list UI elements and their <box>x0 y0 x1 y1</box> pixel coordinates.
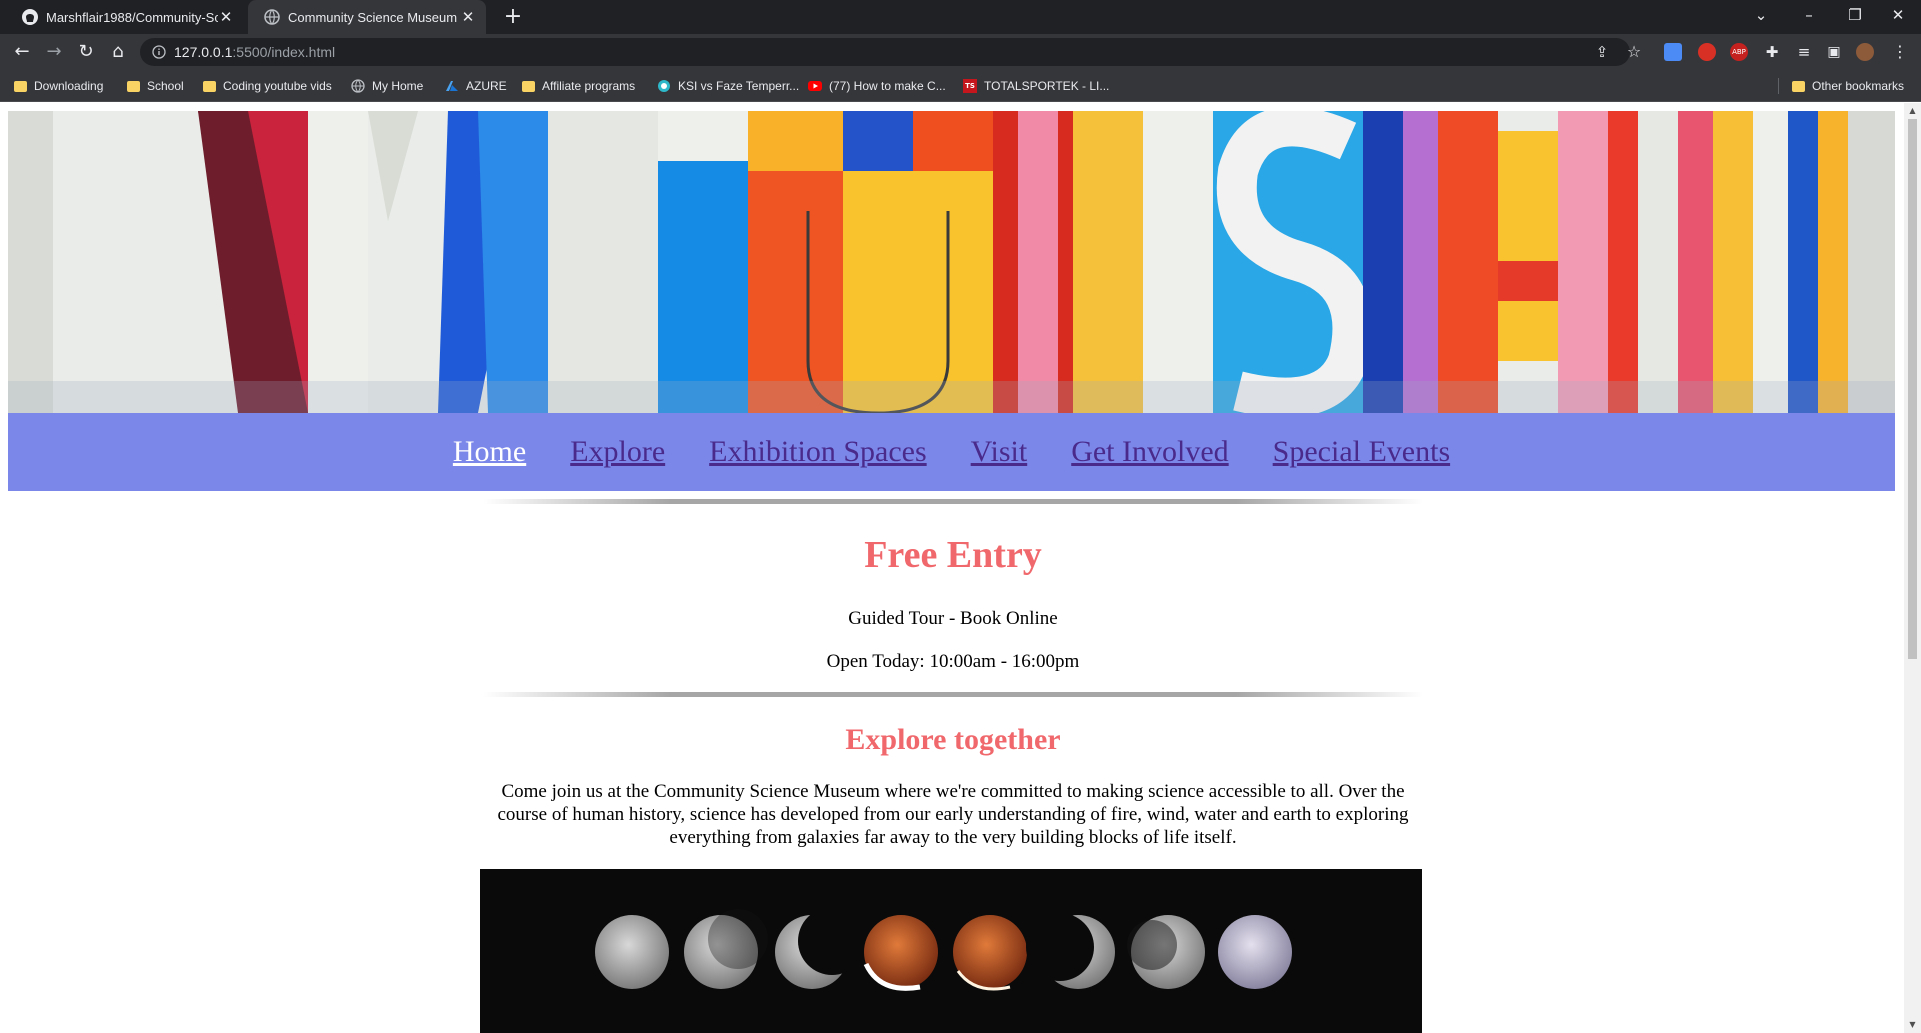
bookmarks-bar: Downloading School Coding youtube vids M… <box>0 70 1921 102</box>
museum-facade-image <box>8 111 1895 413</box>
tab-community-science-museum[interactable]: Community Science Museum ✕ <box>248 0 486 34</box>
minimize-icon[interactable]: – <box>1786 0 1832 30</box>
bookmark-my-home[interactable]: My Home <box>351 77 423 95</box>
close-tab-icon[interactable]: ✕ <box>218 8 234 26</box>
main-navigation: Home Explore Exhibition Spaces Visit Get… <box>8 413 1895 491</box>
folder-icon <box>1792 80 1805 92</box>
close-tab-icon[interactable]: ✕ <box>460 8 476 26</box>
url-text: 127.0.0.1:5500/index.html <box>174 44 336 60</box>
moon-phases-image <box>595 907 1292 991</box>
tab-search-chevron-icon[interactable]: ⌄ <box>1738 0 1784 30</box>
scroll-up-icon[interactable]: ▲ <box>1904 103 1921 119</box>
bookmark-affiliate-programs[interactable]: Affiliate programs <box>522 77 635 95</box>
tab-github[interactable]: Marshflair1988/Community-Scien ✕ <box>6 0 244 34</box>
bookmark-school[interactable]: School <box>127 77 184 95</box>
extension-red-icon[interactable] <box>1698 43 1716 61</box>
tab-title: Community Science Museum <box>288 9 458 25</box>
nav-link-home[interactable]: Home <box>453 435 526 469</box>
opening-hours-text: Open Today: 10:00am - 16:00pm <box>826 651 1080 672</box>
page-viewport: Home Explore Exhibition Spaces Visit Get… <box>0 103 1921 1033</box>
tab-title: Marshflair1988/Community-Scien <box>46 9 218 25</box>
hero-banner-image <box>8 111 1895 413</box>
free-entry-heading: Free Entry <box>864 534 1042 576</box>
bookmark-how-to-make[interactable]: (77) How to make C... <box>808 77 946 95</box>
bookmark-ksi-vs-faze[interactable]: KSI vs Faze Temperr... <box>657 77 799 95</box>
nav-link-special-events[interactable]: Special Events <box>1273 435 1450 469</box>
reload-icon[interactable]: ↻ <box>74 40 98 64</box>
bookmark-coding-youtube-vids[interactable]: Coding youtube vids <box>203 77 332 95</box>
bookmark-downloading[interactable]: Downloading <box>14 77 103 95</box>
explore-together-heading: Explore together <box>845 723 1061 756</box>
divider-rule <box>483 499 1423 504</box>
nav-link-exhibition-spaces[interactable]: Exhibition Spaces <box>709 435 926 469</box>
nav-link-explore[interactable]: Explore <box>570 435 665 469</box>
new-tab-icon[interactable]: + <box>500 4 526 30</box>
other-bookmarks[interactable]: Other bookmarks <box>1792 77 1904 95</box>
github-icon <box>22 9 38 25</box>
menu-kebab-icon[interactable]: ⋮ <box>1888 40 1912 64</box>
translate-extension-icon[interactable] <box>1664 43 1682 61</box>
address-bar[interactable]: 127.0.0.1:5500/index.html <box>140 38 1630 66</box>
folder-icon <box>203 80 216 92</box>
back-icon[interactable]: ← <box>10 40 34 64</box>
guided-tour-text: Guided Tour - Book Online <box>848 608 1058 629</box>
restore-icon[interactable]: ❐ <box>1832 0 1878 30</box>
ts-icon: TS <box>963 79 977 93</box>
info-icon[interactable] <box>152 45 166 59</box>
nav-link-visit[interactable]: Visit <box>971 435 1028 469</box>
scroll-down-icon[interactable]: ▼ <box>1904 1017 1921 1033</box>
forward-icon[interactable]: → <box>42 40 66 64</box>
side-panel-icon[interactable]: ▣ <box>1822 40 1846 64</box>
folder-icon <box>14 80 27 92</box>
site-icon <box>658 80 670 92</box>
bookmark-totalsportek[interactable]: TS TOTALSPORTEK - LI... <box>963 77 1109 95</box>
adblock-icon[interactable]: ABP <box>1730 43 1748 61</box>
browser-toolbar: ← → ↻ ⌂ 127.0.0.1:5500/index.html ⇪ ☆ AB… <box>0 34 1921 70</box>
scrollbar-thumb[interactable] <box>1908 119 1917 659</box>
browser-tab-bar: Marshflair1988/Community-Scien ✕ Communi… <box>0 0 1921 34</box>
reading-list-icon[interactable]: ≡ <box>1792 40 1816 64</box>
bookmark-star-icon[interactable]: ☆ <box>1622 40 1646 64</box>
close-window-icon[interactable]: ✕ <box>1875 0 1921 30</box>
azure-icon <box>446 81 458 91</box>
home-icon[interactable]: ⌂ <box>106 40 130 64</box>
nav-link-get-involved[interactable]: Get Involved <box>1071 435 1228 469</box>
profile-avatar[interactable] <box>1856 43 1874 61</box>
youtube-icon <box>808 81 822 91</box>
folder-icon <box>522 80 535 92</box>
extensions-puzzle-icon[interactable]: ✚ <box>1760 40 1784 64</box>
bookmark-divider <box>1778 78 1779 94</box>
globe-icon <box>264 9 280 25</box>
bookmark-azure[interactable]: AZURE <box>445 77 507 95</box>
explore-paragraph: Come join us at the Community Science Mu… <box>497 781 1409 848</box>
globe-icon <box>351 79 365 93</box>
divider-rule <box>483 692 1423 697</box>
folder-icon <box>127 80 140 92</box>
page-scrollbar[interactable]: ▲ ▼ <box>1904 103 1921 1033</box>
share-icon[interactable]: ⇪ <box>1590 40 1614 64</box>
lunar-eclipse-image <box>480 869 1422 1033</box>
